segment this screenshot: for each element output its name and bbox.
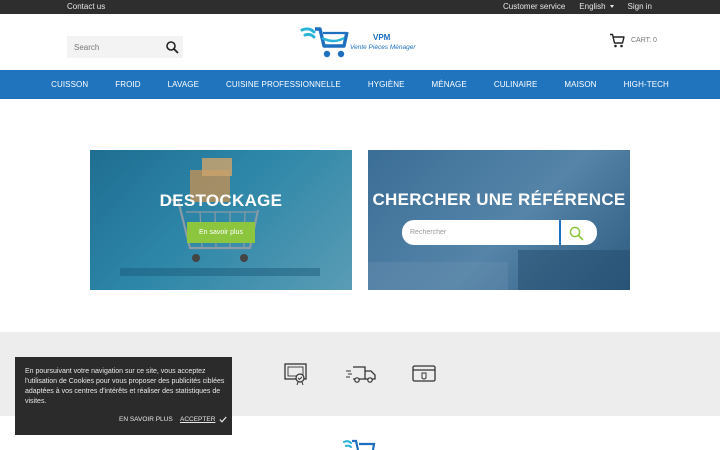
logo-cart-icon — [300, 27, 349, 58]
search-icon[interactable] — [165, 40, 179, 54]
footer-logo-icon — [343, 439, 376, 450]
reference-search-banner: CHERCHER UNE RÉFÉRENCE — [368, 150, 630, 290]
language-label: English — [579, 2, 606, 11]
top-bar-links: Customer service English Sign in — [503, 2, 652, 11]
cookie-learn-more-link[interactable]: EN SAVOIR PLUS — [119, 416, 173, 423]
reference-search-input[interactable] — [410, 220, 558, 245]
reference-title: CHERCHER UNE RÉFÉRENCE — [372, 190, 626, 209]
cart-button[interactable]: CART: 0 — [609, 33, 657, 48]
nav-item-maison[interactable]: MAISON — [564, 80, 596, 89]
destockage-title: DESTOCKAGE — [159, 191, 283, 210]
nav-item-menage[interactable]: MÉNAGE — [432, 80, 467, 89]
site-logo[interactable]: VPM Vente Pièces Ménager — [300, 24, 424, 62]
nav-item-high-tech[interactable]: HIGH-TECH — [624, 80, 669, 89]
cart-icon — [610, 33, 625, 48]
contact-link[interactable]: Contact us — [67, 2, 105, 11]
cart-label: CART: 0 — [631, 37, 657, 44]
nav-item-culinaire[interactable]: CULINAIRE — [494, 80, 538, 89]
logo-brand: VPM — [373, 33, 391, 42]
learn-more-button[interactable]: En savoir plus — [187, 222, 255, 243]
nav-item-cuisson[interactable]: CUISSON — [51, 80, 88, 89]
destockage-banner[interactable]: DESTOCKAGE En savoir plus — [90, 150, 352, 290]
nav-item-hygiene[interactable]: HYGIÈNE — [368, 80, 405, 89]
checkmark-icon — [219, 416, 228, 423]
caret-down-icon — [609, 5, 614, 9]
cookie-accept-button[interactable]: ACCEPTER — [180, 416, 228, 423]
cookie-accept-label: ACCEPTER — [180, 416, 216, 423]
cookie-message: En poursuivant votre navigation sur ce s… — [25, 368, 225, 405]
certificate-icon — [284, 363, 307, 386]
header: VPM Vente Pièces Ménager CART: 0 — [0, 14, 720, 70]
logo-tagline: Vente Pièces Ménager — [350, 44, 416, 51]
nav-item-lavage[interactable]: LAVAGE — [168, 80, 199, 89]
language-selector[interactable]: English — [579, 2, 614, 11]
customer-service-link[interactable]: Customer service — [503, 2, 565, 11]
search-icon[interactable] — [568, 225, 584, 241]
cookie-banner: En poursuivant votre navigation sur ce s… — [15, 357, 232, 435]
header-search — [67, 36, 183, 58]
reference-search — [402, 220, 597, 245]
sign-in-link[interactable]: Sign in — [628, 2, 652, 11]
search-input[interactable] — [67, 36, 161, 58]
search-divider — [559, 220, 561, 245]
category-nav: CUISSON FROID LAVAGE CUISINE PROFESSIONN… — [0, 70, 720, 99]
top-bar: Contact us Customer service English Sign… — [0, 0, 720, 14]
delivery-truck-icon — [346, 366, 376, 383]
shopping-cart-illustration — [120, 158, 320, 276]
page: Contact us Customer service English Sign… — [0, 0, 720, 450]
nav-item-cuisine-professionnelle[interactable]: CUISINE PROFESSIONNELLE — [226, 80, 341, 89]
secure-card-icon — [412, 365, 436, 382]
nav-item-froid[interactable]: FROID — [115, 80, 140, 89]
